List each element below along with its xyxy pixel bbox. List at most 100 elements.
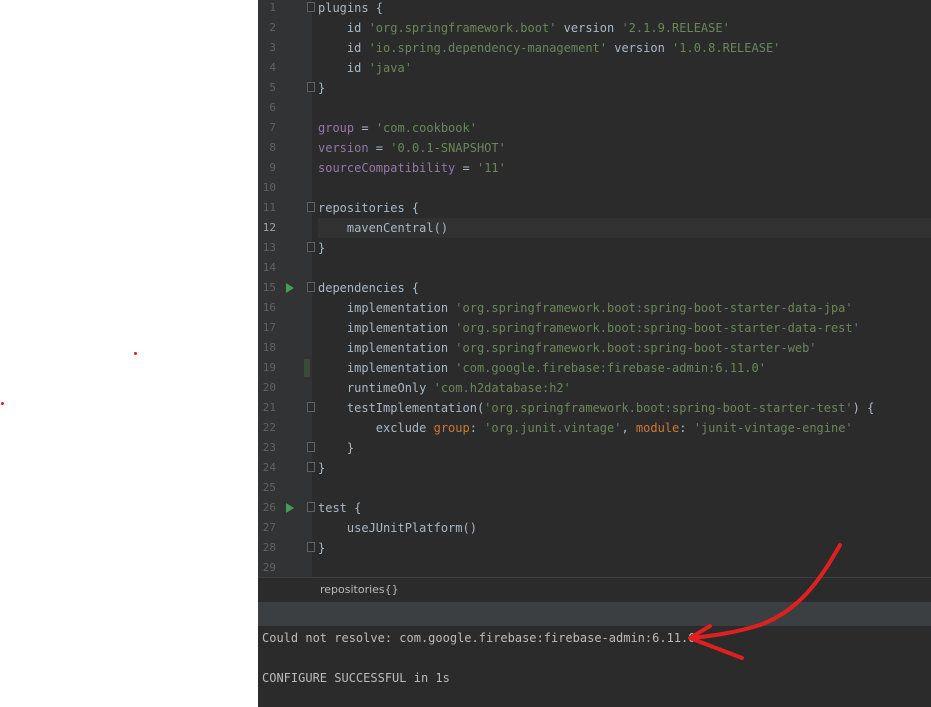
line-number[interactable]: 1 [258,0,315,18]
code-line[interactable]: mavenCentral() [318,218,931,238]
code-line[interactable]: exclude group: 'org.junit.vintage', modu… [318,418,931,438]
code-line[interactable]: } [318,458,931,478]
code-line[interactable]: implementation 'org.springframework.boot… [318,338,931,358]
code-line[interactable]: } [318,438,931,458]
line-number[interactable]: 9 [258,158,312,178]
line-number[interactable]: 7 [258,118,312,138]
run-icon[interactable] [286,283,294,293]
code-line[interactable]: dependencies { [318,278,931,298]
code-line[interactable]: runtimeOnly 'com.h2database:h2' [318,378,931,398]
code-line[interactable]: id 'org.springframework.boot' version '2… [318,18,931,38]
code-token: module [635,421,680,435]
change-marker[interactable] [304,359,310,377]
line-number-text: 20 [262,381,276,394]
line-number[interactable]: 17 [258,318,312,338]
fold-icon[interactable] [307,282,315,292]
line-number-text: 11 [262,201,276,214]
code-line[interactable]: useJUnitPlatform() [318,518,931,538]
code-line[interactable]: id 'io.spring.dependency-management' ver… [318,38,931,58]
code-token: mavenCentral() [318,221,449,235]
fold-icon[interactable] [307,502,315,512]
line-number[interactable]: 28 [258,538,315,558]
code-token: 'org.springframework.boot:spring-boot-st… [455,321,860,335]
line-number[interactable]: 21 [258,398,315,418]
fold-icon[interactable] [307,2,315,12]
line-number[interactable]: 25 [258,478,312,498]
line-number[interactable]: 10 [258,178,312,198]
code-area[interactable]: plugins { id 'org.springframework.boot' … [318,0,931,577]
code-line[interactable]: } [318,78,931,98]
line-number[interactable]: 14 [258,258,312,278]
code-line[interactable]: plugins { [318,0,931,18]
code-token: group [433,421,470,435]
code-token: id [318,61,369,75]
line-number[interactable]: 5 [258,78,315,98]
code-token: } [318,461,326,475]
line-number[interactable]: 27 [258,518,312,538]
line-number[interactable]: 11 [258,198,315,218]
code-token: ) { [852,401,875,415]
line-number[interactable]: 19 [258,358,312,378]
line-number-text: 3 [269,41,276,54]
code-line[interactable] [318,98,931,118]
code-line[interactable] [318,178,931,198]
fold-icon[interactable] [307,402,315,412]
line-number[interactable]: 16 [258,298,312,318]
fold-icon[interactable] [307,442,315,452]
code-line[interactable]: id 'java' [318,58,931,78]
fold-icon[interactable] [307,462,315,472]
code-line[interactable]: implementation 'com.google.firebase:fire… [318,358,931,378]
code-line[interactable]: repositories { [318,198,931,218]
line-number-text: 21 [262,401,276,414]
code-editor[interactable]: 1 2 3 4 5 6 7 8 9 10 11 12 13 14 15 16 17 18 19 20 21 22 23 24 2… [258,0,931,577]
line-number[interactable]: 12 [258,218,312,238]
line-number[interactable]: 6 [258,98,312,118]
code-line[interactable] [318,258,931,278]
line-number[interactable]: 20 [258,378,312,398]
code-token: version [607,41,673,55]
code-line[interactable]: version = '0.0.1-SNAPSHOT' [318,138,931,158]
line-number-text: 2 [269,21,276,34]
code-token: 'org.junit.vintage' [484,421,622,435]
code-line[interactable]: sourceCompatibility = '11' [318,158,931,178]
code-line[interactable]: implementation 'org.springframework.boot… [318,298,931,318]
fold-icon[interactable] [307,542,315,552]
breadcrumb[interactable]: repositories{} [320,578,399,602]
code-line[interactable] [318,478,931,498]
code-token: implementation [318,321,456,335]
line-number[interactable]: 22 [258,418,312,438]
code-line[interactable]: group = 'com.cookbook' [318,118,931,138]
line-number[interactable]: 24 [258,458,315,478]
line-number[interactable]: 4 [258,58,312,78]
fold-icon[interactable] [307,82,315,92]
line-number-text: 6 [269,101,276,114]
line-number[interactable]: 3 [258,38,312,58]
line-number[interactable]: 15 [258,278,315,298]
fold-icon[interactable] [307,242,315,252]
code-line[interactable]: implementation 'org.springframework.boot… [318,318,931,338]
line-number[interactable]: 8 [258,138,312,158]
editor-gutter[interactable]: 1 2 3 4 5 6 7 8 9 10 11 12 13 14 15 16 17 18 19 20 21 22 23 24 2… [258,0,315,577]
line-number-text: 5 [269,81,276,94]
line-number[interactable]: 13 [258,238,315,258]
run-icon[interactable] [286,503,294,513]
line-number-text: 13 [262,241,276,254]
fold-icon[interactable] [307,202,315,212]
line-number[interactable]: 2 [258,18,312,38]
line-number[interactable]: 18 [258,338,312,358]
code-token: 'org.springframework.boot:spring-boot-st… [484,401,853,415]
code-token: = [455,161,477,175]
red-arrow-annotation [688,543,842,660]
line-number[interactable]: 26 [258,498,315,518]
code-line[interactable]: test { [318,498,931,518]
code-token: test { [318,501,362,515]
code-line[interactable]: testImplementation('org.springframework.… [318,398,931,418]
line-number-text: 4 [269,61,276,74]
code-token: : [679,421,694,435]
line-number-text: 25 [262,481,276,494]
code-line[interactable]: } [318,238,931,258]
line-number[interactable]: 29 [258,558,312,577]
line-number-text: 27 [262,521,276,534]
line-number[interactable]: 23 [258,438,315,458]
line-number-text: 18 [262,341,276,354]
